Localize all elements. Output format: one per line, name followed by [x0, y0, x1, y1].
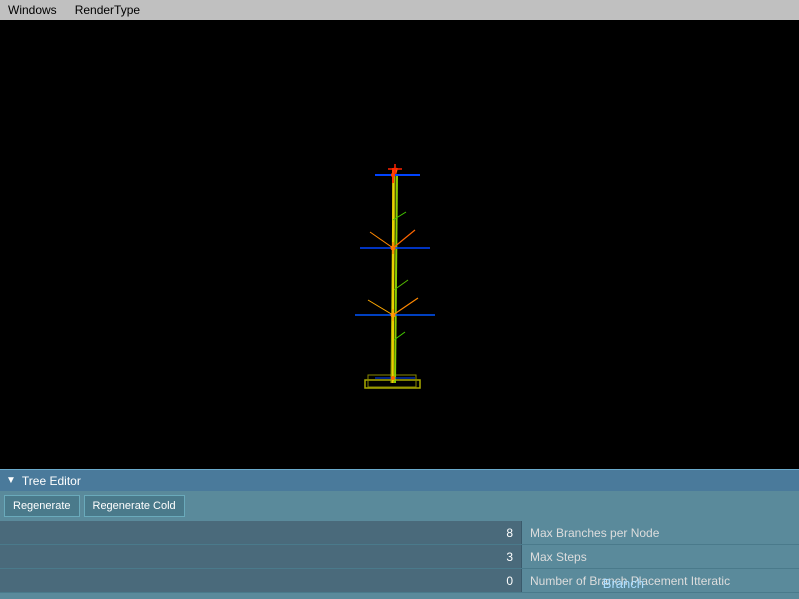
bottom-panel: Regenerate Regenerate Cold 8 Max Branche… [0, 491, 799, 599]
viewport [0, 20, 799, 469]
param-label-max-steps: Max Steps [522, 545, 799, 568]
param-label-branch-placement: Number of Branch Placement Itteratic [522, 569, 799, 592]
tree-visualization [0, 20, 799, 469]
branch-label: Branch [603, 576, 644, 591]
param-row-max-branches: 8 Max Branches per Node [0, 521, 799, 545]
panel-title: Tree Editor [22, 474, 81, 488]
menu-windows[interactable]: Windows [4, 3, 61, 17]
param-row-max-steps: 3 Max Steps [0, 545, 799, 569]
panel-collapse-arrow[interactable]: ▼ [6, 475, 16, 486]
param-value-branch-placement[interactable]: 0 [0, 569, 522, 592]
panel-header: ▼ Tree Editor [0, 469, 799, 491]
param-value-max-branches[interactable]: 8 [0, 521, 522, 544]
regenerate-cold-button[interactable]: Regenerate Cold [84, 495, 185, 517]
param-row-branch-placement: 0 Number of Branch Placement Itteratic [0, 569, 799, 593]
param-label-max-branches: Max Branches per Node [522, 521, 799, 544]
buttons-row: Regenerate Regenerate Cold [0, 491, 799, 521]
menu-rendertype[interactable]: RenderType [71, 3, 144, 17]
param-value-max-steps[interactable]: 3 [0, 545, 522, 568]
regenerate-button[interactable]: Regenerate [4, 495, 80, 517]
menu-bar: Windows RenderType [0, 0, 799, 20]
